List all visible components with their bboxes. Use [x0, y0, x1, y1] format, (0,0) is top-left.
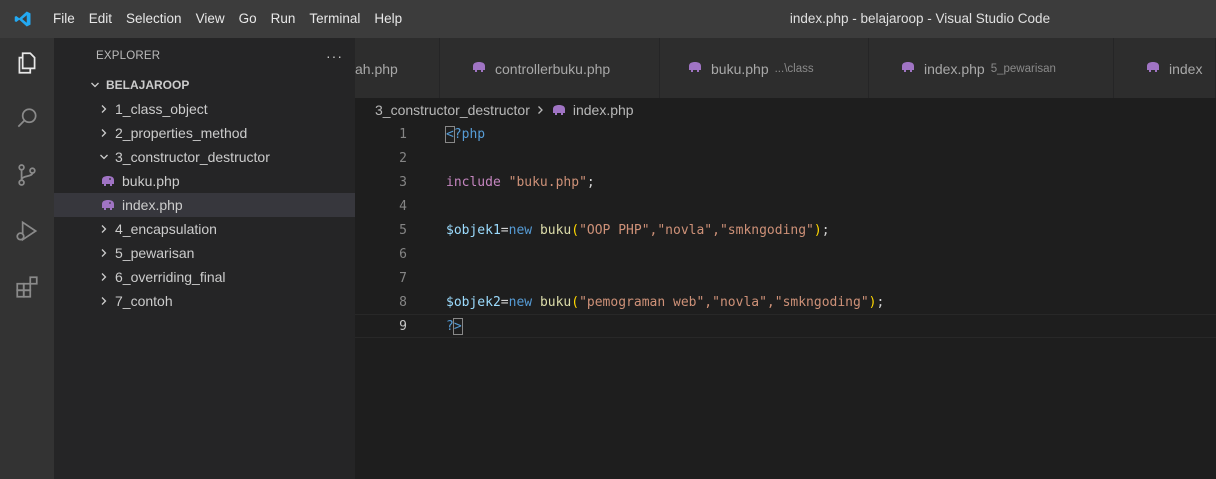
code-text: include "buku.php";	[446, 174, 595, 190]
line-number: 1	[399, 126, 407, 142]
chevron-right-icon	[536, 105, 545, 115]
explorer-sidebar: EXPLORER ··· BELAJAROOP 1_class_object 2…	[54, 38, 355, 479]
tree-item-label: 7_contoh	[115, 293, 173, 309]
breadcrumb-folder[interactable]: 3_constructor_destructor	[375, 102, 530, 118]
code-text: <?php	[445, 125, 486, 143]
code-line: 5 $objek1=new buku("OOP PHP","novla","sm…	[355, 218, 1216, 242]
chevron-right-icon	[96, 296, 112, 306]
tree-item-label: 6_overriding_final	[115, 269, 226, 285]
tree-folder[interactable]: 1_class_object	[54, 97, 355, 121]
chevron-right-icon	[96, 104, 112, 114]
tree-item-label: 4_encapsulation	[115, 221, 217, 237]
explorer-icon[interactable]	[0, 38, 54, 88]
php-elephant-icon	[551, 104, 569, 116]
code-line-current: 9 ?>	[355, 314, 1216, 338]
tab-label: ah.php	[355, 61, 398, 77]
line-number: 8	[399, 294, 407, 310]
tree-item-label: 1_class_object	[115, 101, 208, 117]
menu-help[interactable]: Help	[367, 0, 409, 38]
php-elephant-icon	[687, 61, 705, 73]
menu-terminal[interactable]: Terminal	[302, 0, 367, 38]
menu-bar: File Edit Selection View Go Run Terminal…	[46, 0, 409, 38]
window-title: index.php - belajaroop - Visual Studio C…	[789, 11, 1051, 26]
tab-label: buku.php	[711, 61, 769, 77]
code-line: 3 include "buku.php";	[355, 170, 1216, 194]
code-editor[interactable]: 1 <?php 2 3 include "buku.php"; 4 5 $obj…	[355, 122, 1216, 479]
tab-controllerbuku[interactable]: controllerbuku.php	[440, 38, 660, 98]
code-text: $objek1=new buku("OOP PHP","novla","smkn…	[446, 222, 830, 238]
workspace-root-label: BELAJAROOP	[106, 78, 190, 92]
code-line: 1 <?php	[355, 122, 1216, 146]
chevron-right-icon	[96, 128, 112, 138]
tab-index-pewarisan[interactable]: index.php 5_pewarisan	[869, 38, 1114, 98]
tab-truncated[interactable]: ah.php	[355, 38, 440, 98]
tab-index-truncated[interactable]: index	[1114, 38, 1216, 98]
vscode-logo-icon	[0, 0, 46, 38]
tab-buku[interactable]: buku.php ...\class	[660, 38, 869, 98]
chevron-down-icon	[96, 152, 112, 162]
tree-file[interactable]: buku.php	[54, 169, 355, 193]
code-line: 2	[355, 146, 1216, 170]
menu-file[interactable]: File	[46, 0, 82, 38]
code-line: 8 $objek2=new buku("pemograman web","nov…	[355, 290, 1216, 314]
tree-file-selected[interactable]: index.php	[54, 193, 355, 217]
code-text: $objek2=new buku("pemograman web","novla…	[446, 294, 885, 310]
extensions-icon[interactable]	[0, 262, 54, 312]
search-icon[interactable]	[0, 94, 54, 144]
explorer-header: EXPLORER ···	[54, 38, 355, 73]
run-debug-icon[interactable]	[0, 206, 54, 256]
code-line: 7	[355, 266, 1216, 290]
line-number: 4	[399, 198, 407, 214]
file-tree: BELAJAROOP 1_class_object 2_properties_m…	[54, 73, 355, 313]
tree-folder[interactable]: 6_overriding_final	[54, 265, 355, 289]
breadcrumb-file[interactable]: index.php	[573, 102, 634, 118]
more-actions-button[interactable]: ···	[326, 48, 343, 64]
code-line: 6	[355, 242, 1216, 266]
explorer-title: EXPLORER	[96, 49, 161, 62]
php-elephant-icon	[1145, 61, 1163, 73]
workspace-root[interactable]: BELAJAROOP	[54, 73, 355, 97]
php-elephant-icon	[100, 199, 118, 211]
tab-label: index	[1169, 61, 1203, 77]
menu-view[interactable]: View	[189, 0, 232, 38]
title-bar: File Edit Selection View Go Run Terminal…	[0, 0, 1216, 38]
menu-edit[interactable]: Edit	[82, 0, 119, 38]
code-line: 4	[355, 194, 1216, 218]
code-text: ?>	[446, 317, 463, 335]
tree-item-label: buku.php	[122, 173, 180, 189]
tree-folder[interactable]: 7_contoh	[54, 289, 355, 313]
tab-label: controllerbuku.php	[495, 61, 611, 77]
line-number: 2	[399, 150, 407, 166]
tab-description: ...\class	[774, 63, 814, 75]
tab-label: index.php	[924, 61, 985, 77]
editor-tab-bar: ah.php controllerbuku.php buku.php ...\c…	[355, 38, 1216, 98]
menu-selection[interactable]: Selection	[119, 0, 189, 38]
menu-run[interactable]: Run	[264, 0, 303, 38]
line-number: 5	[399, 222, 407, 238]
chevron-right-icon	[96, 224, 112, 234]
tree-folder[interactable]: 5_pewarisan	[54, 241, 355, 265]
tab-description: 5_pewarisan	[990, 63, 1056, 75]
php-elephant-icon	[100, 175, 118, 187]
tree-item-label: 5_pewarisan	[115, 245, 195, 261]
chevron-down-icon	[87, 80, 103, 90]
tree-item-label: 2_properties_method	[115, 125, 248, 141]
chevron-right-icon	[96, 248, 112, 258]
php-elephant-icon	[900, 61, 918, 73]
tree-folder[interactable]: 4_encapsulation	[54, 217, 355, 241]
breadcrumb: 3_constructor_destructor index.php	[355, 98, 1216, 122]
tree-item-label: 3_constructor_destructor	[115, 149, 270, 165]
tree-folder[interactable]: 2_properties_method	[54, 121, 355, 145]
activity-bar	[0, 38, 54, 479]
source-control-icon[interactable]	[0, 150, 54, 200]
tree-folder-open[interactable]: 3_constructor_destructor	[54, 145, 355, 169]
line-number: 3	[399, 174, 407, 190]
line-number: 7	[399, 270, 407, 286]
tree-item-label: index.php	[122, 197, 183, 213]
line-number: 9	[399, 318, 407, 334]
chevron-right-icon	[96, 272, 112, 282]
php-elephant-icon	[471, 61, 489, 73]
menu-go[interactable]: Go	[232, 0, 264, 38]
line-number: 6	[399, 246, 407, 262]
